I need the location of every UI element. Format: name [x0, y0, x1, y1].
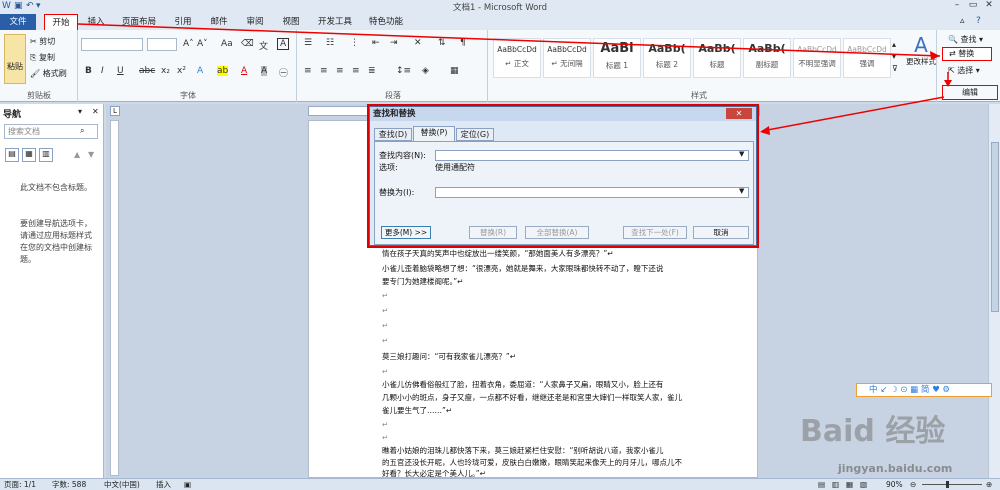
status-page[interactable]: 页面: 1/1 [4, 479, 36, 490]
status-bar: 页面: 1/1 字数: 588 中文(中国) 插入 ▣ ▤ ▥ ▦ ▧ 90% … [0, 478, 1000, 490]
status-words[interactable]: 字数: 588 [52, 479, 86, 490]
web-layout-icon[interactable]: ▦ [846, 479, 853, 490]
arrow-head-icon [930, 51, 940, 60]
macro-icon[interactable]: ▣ [184, 479, 191, 490]
arrow-head-icon [760, 126, 770, 135]
arrow-to-dialog [761, 96, 945, 132]
zoom-slider[interactable] [922, 484, 982, 485]
arrow-home-to-replace [77, 23, 941, 57]
baidu-url: jingyan.baidu.com [838, 462, 953, 475]
full-screen-icon[interactable]: ▥ [832, 479, 839, 490]
outline-icon[interactable]: ▧ [860, 479, 867, 490]
print-layout-icon[interactable]: ▤ [818, 479, 825, 490]
baidu-ime-toolbar[interactable]: 中 ↙ ☽ ⊙ ▦ 简 ♥ ⚙ [856, 383, 992, 397]
status-language[interactable]: 中文(中国) [104, 479, 140, 490]
zoom-slider-thumb[interactable] [946, 481, 949, 488]
baidu-watermark: Baid 经验 [800, 414, 946, 449]
status-insert[interactable]: 插入 [156, 479, 171, 490]
zoom-level[interactable]: 90% [886, 479, 903, 490]
zoom-out-icon[interactable]: ⊖ [910, 479, 916, 490]
arrow-head-icon [944, 80, 952, 87]
zoom-in-icon[interactable]: ⊕ [986, 479, 992, 490]
